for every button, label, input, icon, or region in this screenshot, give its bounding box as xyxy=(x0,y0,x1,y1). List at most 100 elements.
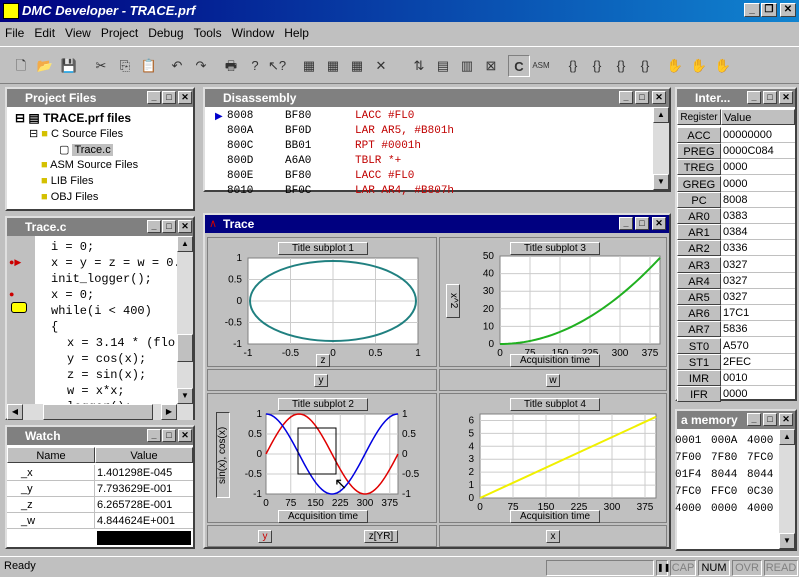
source-line[interactable]: w = x*x; xyxy=(67,384,177,398)
watch-value[interactable]: 6.265728E-001 xyxy=(95,497,193,513)
build-icon[interactable]: ▦ xyxy=(298,55,320,77)
disasm-addr[interactable]: 800D xyxy=(227,155,253,167)
source-line[interactable]: i = 0; xyxy=(51,240,177,254)
disasm-hex[interactable]: BF80 xyxy=(285,170,311,182)
disasm-addr[interactable]: 8010 xyxy=(227,185,253,197)
undo-icon[interactable]: ↶ xyxy=(166,55,188,77)
menu-edit[interactable]: Edit xyxy=(29,22,60,44)
watch-name[interactable]: _w xyxy=(7,513,95,529)
subplot-1-chart[interactable]: -1 -0.5 0 0.5 1 1 0.5 0 -0.5 -1 xyxy=(208,252,436,366)
memory-cell[interactable]: 0001 xyxy=(675,435,701,447)
reg-header-register[interactable]: Register xyxy=(677,109,721,125)
disasm-addr[interactable]: 800A xyxy=(227,125,253,137)
run-to-cursor-icon[interactable]: {} xyxy=(634,55,656,77)
source-line[interactable]: while(i < 400) xyxy=(51,304,177,318)
disasm-hex[interactable]: BB01 xyxy=(285,140,311,152)
register-value[interactable]: 5836 xyxy=(721,321,795,338)
register-value[interactable]: 00000000 xyxy=(721,127,795,143)
tree-asm-source[interactable]: ■ ASM Source Files xyxy=(41,159,138,171)
subplot-2-bottom-left-label[interactable]: y xyxy=(258,530,272,543)
save-icon[interactable]: 💾 xyxy=(58,55,80,77)
disasm-instr[interactable]: LACC #FL0 xyxy=(355,170,414,182)
menu-project[interactable]: Project xyxy=(96,22,143,44)
hand-icon[interactable]: ✋ xyxy=(664,55,686,77)
disasm-addr[interactable]: 8008 xyxy=(227,110,253,122)
source-line[interactable]: { xyxy=(51,320,177,334)
c-mode-button[interactable]: C xyxy=(508,55,530,77)
menu-debug[interactable]: Debug xyxy=(143,22,188,44)
cut-icon[interactable]: ✂ xyxy=(90,55,112,77)
subplot-2-chart[interactable]: 0 75 150 225 300 375 1 1 0.5 0.5 0 0 -0.5 -0.5 -1 -1 xyxy=(208,408,436,522)
disasm-addr[interactable]: 800C xyxy=(227,140,253,152)
watch-value[interactable]: 4.844624E+001 xyxy=(95,513,193,529)
load-icon[interactable]: ⇅ xyxy=(408,55,430,77)
disasm-hex[interactable]: A6A0 xyxy=(285,155,311,167)
source-line[interactable]: x = 0; xyxy=(51,288,177,302)
source-line[interactable]: z = sin(x); xyxy=(67,368,177,382)
source-line[interactable]: y = cos(x); xyxy=(67,352,177,366)
print-icon[interactable]: 🖶 xyxy=(220,55,242,77)
disasm-instr[interactable]: RPT #0001h xyxy=(355,140,421,152)
hand-clear-icon[interactable]: ✋ xyxy=(712,55,734,77)
redo-icon[interactable]: ↷ xyxy=(190,55,212,77)
memory-cell[interactable]: 4000 xyxy=(747,503,773,515)
source-line[interactable]: init_logger(); xyxy=(51,272,177,286)
memory-vscroll[interactable]: ▲ ▼ xyxy=(779,429,795,549)
register-value[interactable]: 0000 xyxy=(721,386,795,403)
tree-trace-c[interactable]: ▢ Trace.c xyxy=(59,143,113,156)
menu-help[interactable]: Help xyxy=(279,22,314,44)
reg-header-value[interactable]: Value xyxy=(721,109,795,125)
watch-name[interactable]: _y xyxy=(7,481,95,497)
register-value[interactable]: 0010 xyxy=(721,370,795,386)
halt-icon[interactable]: ⊠ xyxy=(480,55,502,77)
memory-cell[interactable]: 0C30 xyxy=(747,486,773,498)
register-value[interactable]: 0336 xyxy=(721,240,795,257)
source-vscroll[interactable]: ▲ ▼ xyxy=(177,236,193,404)
build-all-icon[interactable]: ▦ xyxy=(322,55,344,77)
register-value[interactable]: 0327 xyxy=(721,289,795,305)
run-icon[interactable]: ▥ xyxy=(456,55,478,77)
stop-build-icon[interactable]: ✕ xyxy=(370,55,392,77)
register-value[interactable]: A570 xyxy=(721,338,795,354)
source-hscroll[interactable]: ◀ ▶ xyxy=(7,404,193,420)
disasm-hex[interactable]: BF80 xyxy=(285,110,311,122)
rebuild-icon[interactable]: ▦ xyxy=(346,55,368,77)
disasm-vscroll[interactable]: ▲ ▼ xyxy=(653,107,669,190)
source-line[interactable]: x = 3.14 * (flo xyxy=(67,336,177,350)
watch-header-value[interactable]: Value xyxy=(95,447,193,463)
memory-cell[interactable]: 000A xyxy=(711,435,737,447)
watch-edit-cell[interactable] xyxy=(97,531,191,545)
register-value[interactable]: 0383 xyxy=(721,208,795,224)
watch-name[interactable]: _z xyxy=(7,497,95,513)
register-value[interactable]: 0384 xyxy=(721,224,795,241)
context-help-icon[interactable]: ↖? xyxy=(266,55,288,77)
register-value[interactable]: 2FEC xyxy=(721,354,795,370)
register-value[interactable]: 17C1 xyxy=(721,305,795,322)
disasm-hex[interactable]: BF0D xyxy=(285,125,311,137)
help-icon[interactable]: ? xyxy=(244,55,266,77)
register-value[interactable]: 0327 xyxy=(721,273,795,289)
reset-icon[interactable]: ▤ xyxy=(432,55,454,77)
disasm-hex[interactable]: BF0C xyxy=(285,185,311,197)
paste-icon[interactable]: 📋 xyxy=(138,55,160,77)
memory-cell[interactable]: 0000 xyxy=(711,503,737,515)
disasm-instr[interactable]: LACC #FL0 xyxy=(355,110,414,122)
copy-icon[interactable]: ⎘ xyxy=(114,55,136,77)
subplot-4-chart[interactable]: 0 75 150 225 300 3756543210 xyxy=(440,408,666,522)
memory-cell[interactable]: 4000 xyxy=(747,435,773,447)
disasm-instr[interactable]: LAR AR5, #B801h xyxy=(355,125,454,137)
memory-cell[interactable]: 7FC0 xyxy=(747,452,773,464)
memory-cell[interactable]: 7F80 xyxy=(711,452,737,464)
subplot-1-bottom-label[interactable]: y xyxy=(314,374,328,387)
subplot-3-bottom-label[interactable]: w xyxy=(546,374,560,387)
menu-view[interactable]: View xyxy=(60,22,96,44)
step-over-icon[interactable]: {} xyxy=(586,55,608,77)
memory-cell[interactable]: 01F4 xyxy=(675,469,701,481)
maximize-button[interactable]: ❐ xyxy=(761,3,777,17)
disasm-addr[interactable]: 800E xyxy=(227,170,253,182)
register-value[interactable]: 0327 xyxy=(721,257,795,273)
menu-window[interactable]: Window xyxy=(227,22,280,44)
register-value[interactable]: 0000 xyxy=(721,176,795,192)
register-value[interactable]: 0000C084 xyxy=(721,143,795,160)
menu-file[interactable]: File xyxy=(0,22,29,44)
